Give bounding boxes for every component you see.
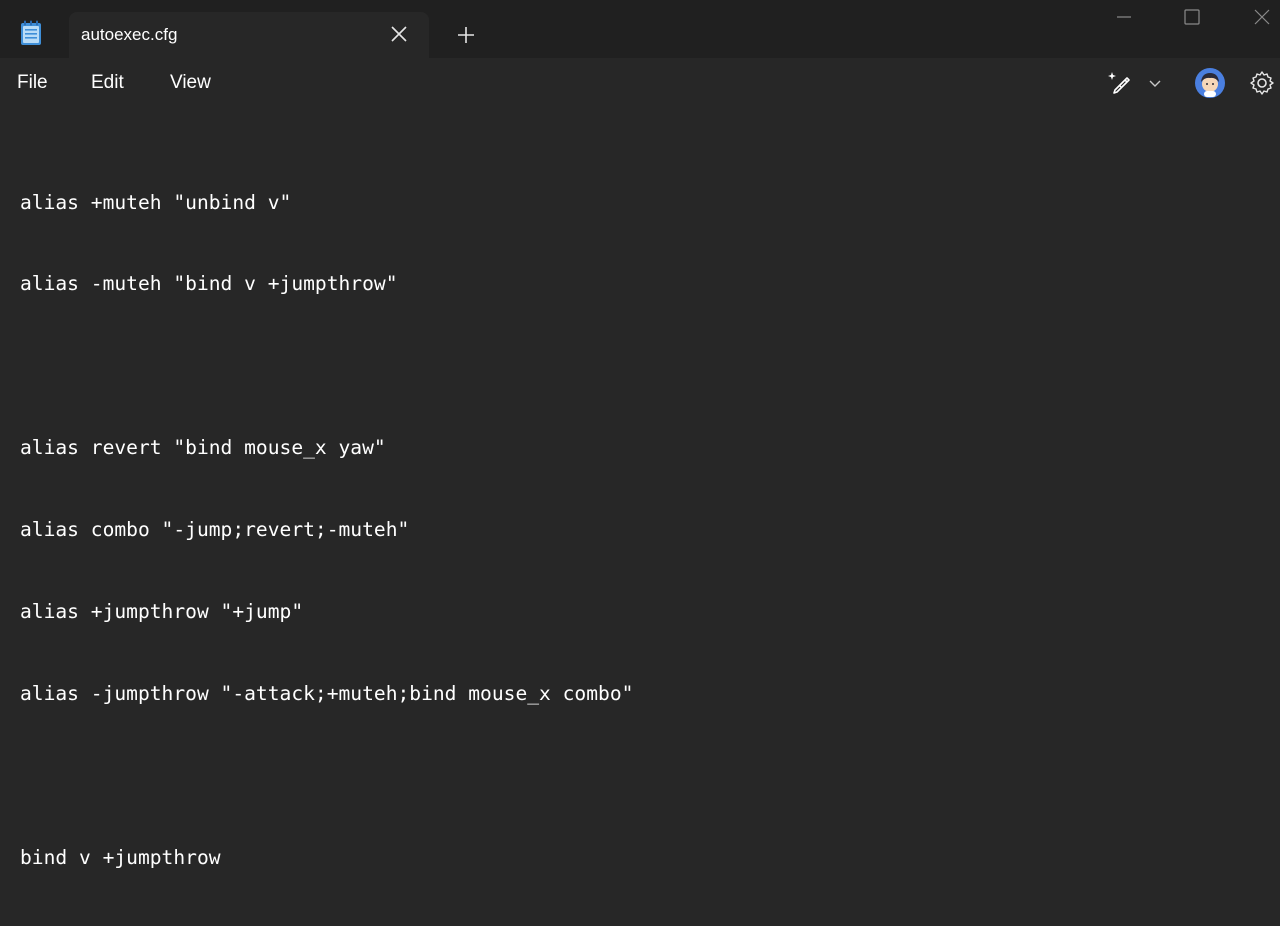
menu-view[interactable]: View xyxy=(170,72,211,94)
gear-icon[interactable] xyxy=(1249,70,1275,96)
avatar[interactable] xyxy=(1194,67,1226,99)
close-window-icon[interactable] xyxy=(1251,6,1273,28)
editor-line: alias +muteh "unbind v" xyxy=(20,190,292,214)
editor-line: alias combo "-jump;revert;-muteh" xyxy=(20,518,410,542)
maximize-icon[interactable] xyxy=(1181,6,1203,28)
text-editor[interactable]: alias +muteh "unbind v" alias -muteh "bi… xyxy=(0,110,1280,869)
editor-content: alias +muteh "unbind v" alias -muteh "bi… xyxy=(20,134,633,926)
menu-bar: File Edit View xyxy=(0,58,1280,110)
editor-line: alias -jumpthrow "-attack;+muteh;bind mo… xyxy=(20,681,634,705)
chevron-down-icon[interactable] xyxy=(1147,75,1163,91)
menu-file[interactable]: File xyxy=(17,72,48,94)
copilot-rewrite-icon[interactable] xyxy=(1106,68,1136,98)
menu-edit[interactable]: Edit xyxy=(91,72,124,94)
editor-line: bind v +jumpthrow xyxy=(20,845,221,869)
notepad-icon xyxy=(21,20,41,45)
title-bar: autoexec.cfg xyxy=(0,0,1280,58)
editor-line: alias revert "bind mouse_x yaw" xyxy=(20,436,386,460)
minimize-icon[interactable] xyxy=(1113,6,1135,28)
tab-title: autoexec.cfg xyxy=(81,25,178,44)
close-icon[interactable] xyxy=(389,24,409,44)
plus-icon[interactable] xyxy=(455,24,477,46)
editor-line: alias +jumpthrow "+jump" xyxy=(20,600,304,624)
tab-autoexec[interactable]: autoexec.cfg xyxy=(69,12,429,58)
editor-line: alias -muteh "bind v +jumpthrow" xyxy=(20,272,398,296)
